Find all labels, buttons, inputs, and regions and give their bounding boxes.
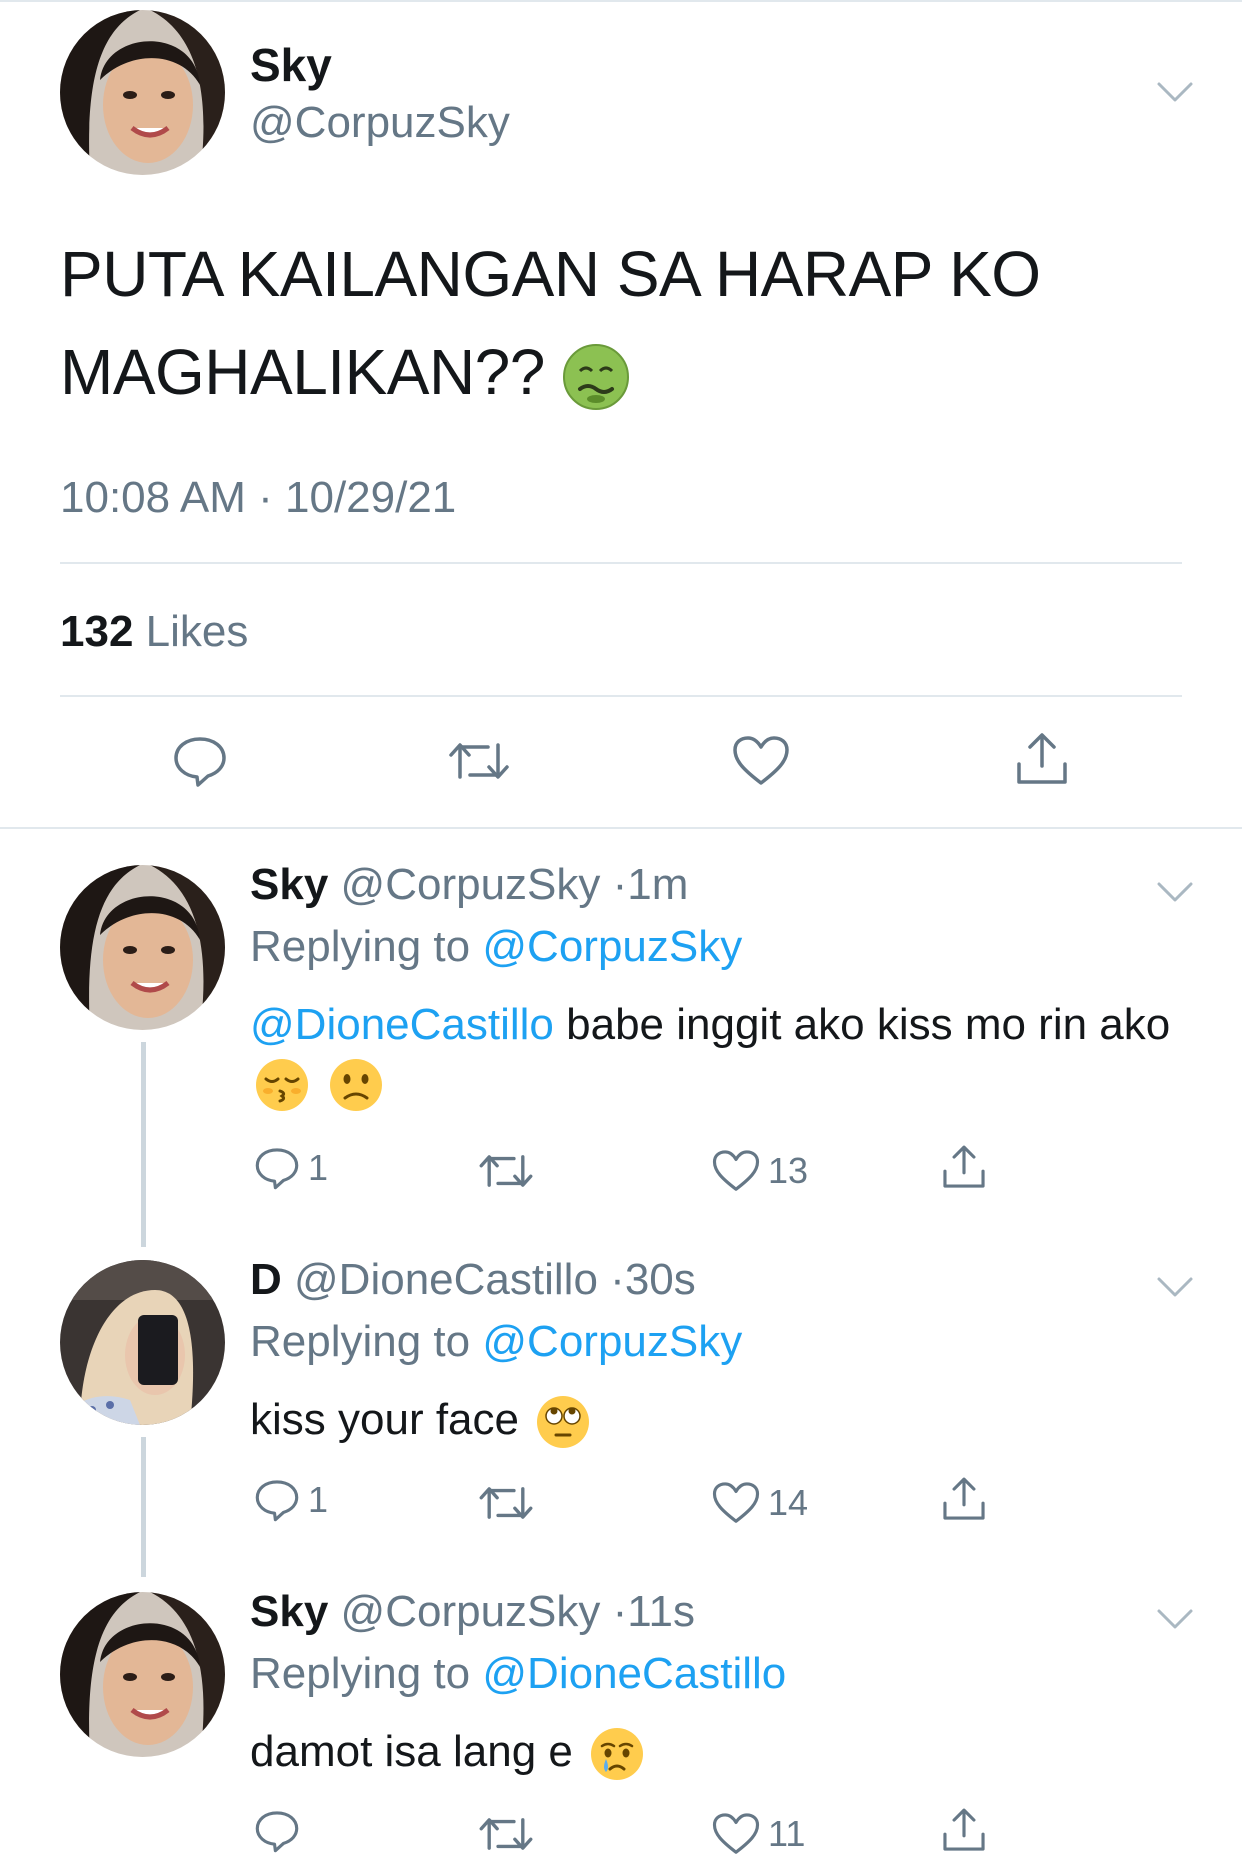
reply-icon	[255, 1811, 299, 1853]
chevron-down-icon[interactable]	[1155, 72, 1195, 112]
thread-line	[141, 1042, 146, 1247]
like-button[interactable]: 11	[712, 1809, 805, 1859]
replying-to-mention[interactable]: @CorpuzSky	[482, 1317, 742, 1366]
like-button[interactable]: 14	[712, 1478, 808, 1528]
separator: ·	[612, 1587, 628, 1636]
like-count: 14	[768, 1482, 809, 1523]
face-with-rolling-eyes-icon	[535, 1394, 591, 1450]
avatar[interactable]	[60, 1592, 225, 1757]
replying-to: Replying to @CorpuzSky	[250, 922, 742, 972]
replying-to-prefix: Replying to	[250, 1649, 471, 1698]
tweet-text: PUTA KAILANGAN SA HARAP KO MAGHALIKAN??	[60, 225, 1190, 421]
top-divider	[0, 0, 1242, 2]
retweet-icon	[479, 1818, 533, 1850]
replying-to-mention[interactable]: @DioneCastillo	[482, 1649, 786, 1698]
reply-text-content: kiss your face	[250, 1395, 519, 1444]
replying-to-prefix: Replying to	[250, 922, 471, 971]
like-count: 13	[768, 1150, 809, 1191]
share-icon	[943, 1477, 985, 1520]
share-icon	[943, 1145, 985, 1188]
share-icon[interactable]	[1013, 730, 1071, 788]
reply-time[interactable]: 30s	[625, 1255, 696, 1304]
like-icon[interactable]	[732, 735, 790, 787]
reply-button[interactable]	[254, 1806, 308, 1856]
kissing-face-with-closed-eyes-icon	[254, 1057, 310, 1113]
likes-summary[interactable]: 132 Likes	[60, 607, 248, 657]
reply-text: damot isa lang e	[250, 1723, 1190, 1782]
avatar[interactable]	[60, 865, 225, 1030]
retweet-icon	[479, 1155, 533, 1187]
reply-time[interactable]: 1m	[627, 860, 688, 909]
like-icon	[712, 1150, 760, 1191]
share-button[interactable]	[940, 1142, 988, 1192]
reply-text-content: babe inggit ako kiss mo rin ako	[566, 1000, 1171, 1049]
reply-button[interactable]: 1	[254, 1475, 328, 1525]
likes-count: 132	[60, 607, 134, 656]
divider	[0, 827, 1242, 829]
share-button[interactable]	[940, 1805, 988, 1855]
likes-label: Likes	[145, 607, 249, 656]
reply-count: 1	[308, 1147, 329, 1188]
reply-header: Sky @CorpuzSky ·1m	[250, 860, 688, 910]
reply-icon	[255, 1148, 299, 1190]
reply-header: Sky @CorpuzSky ·11s	[250, 1587, 695, 1637]
face-holding-back-tears-icon	[589, 1726, 645, 1782]
reply-icon	[255, 1480, 299, 1522]
author-handle[interactable]: @CorpuzSky	[250, 98, 510, 148]
avatar[interactable]	[60, 1260, 225, 1425]
reply-display-name[interactable]: Sky	[250, 1587, 328, 1636]
reply-time[interactable]: 11s	[627, 1587, 695, 1636]
reply-button[interactable]: 1	[254, 1143, 328, 1193]
slightly-frowning-face-icon	[328, 1057, 384, 1113]
replying-to: Replying to @DioneCastillo	[250, 1649, 786, 1699]
share-icon	[943, 1808, 985, 1851]
thread-line	[141, 1437, 146, 1577]
reply-header: D @DioneCastillo ·30s	[250, 1255, 696, 1305]
retweet-button[interactable]	[478, 1809, 534, 1859]
like-icon	[712, 1813, 760, 1854]
avatar[interactable]	[60, 10, 225, 175]
chevron-down-icon[interactable]	[1155, 1599, 1195, 1639]
retweet-button[interactable]	[478, 1146, 534, 1196]
tweet-timestamp[interactable]: 10:08 AM · 10/29/21	[60, 473, 456, 523]
replying-to-mention[interactable]: @CorpuzSky	[482, 922, 742, 971]
replying-to-prefix: Replying to	[250, 1317, 471, 1366]
reply-handle[interactable]: @CorpuzSky	[341, 1587, 601, 1636]
text-mention[interactable]: @DioneCastillo	[250, 1000, 554, 1049]
reply-count: 1	[308, 1479, 329, 1520]
retweet-icon	[479, 1487, 533, 1519]
reply-display-name[interactable]: D	[250, 1255, 282, 1304]
share-button[interactable]	[940, 1474, 988, 1524]
like-count: 11	[768, 1813, 806, 1854]
retweet-button[interactable]	[478, 1478, 534, 1528]
like-button[interactable]: 13	[712, 1146, 808, 1196]
chevron-down-icon[interactable]	[1155, 872, 1195, 912]
separator: ·	[612, 860, 628, 909]
author-display-name[interactable]: Sky	[250, 38, 332, 92]
retweet-icon[interactable]	[448, 735, 510, 787]
reply-handle[interactable]: @DioneCastillo	[294, 1255, 598, 1304]
divider	[60, 562, 1182, 564]
reply-display-name[interactable]: Sky	[250, 860, 328, 909]
replying-to: Replying to @CorpuzSky	[250, 1317, 742, 1367]
reply-handle[interactable]: @CorpuzSky	[341, 860, 601, 909]
divider	[60, 695, 1182, 697]
like-icon	[712, 1482, 760, 1523]
separator: ·	[610, 1255, 625, 1304]
chevron-down-icon[interactable]	[1155, 1267, 1195, 1307]
reply-text-content: damot isa lang e	[250, 1727, 573, 1776]
reply-text: kiss your face	[250, 1391, 1190, 1450]
nauseated-face-icon	[562, 343, 630, 411]
reply-text: @DioneCastillo babe inggit ako kiss mo r…	[250, 996, 1190, 1113]
reply-icon[interactable]	[172, 733, 228, 789]
tweet-text-content: PUTA KAILANGAN SA HARAP KO MAGHALIKAN??	[60, 238, 1041, 408]
